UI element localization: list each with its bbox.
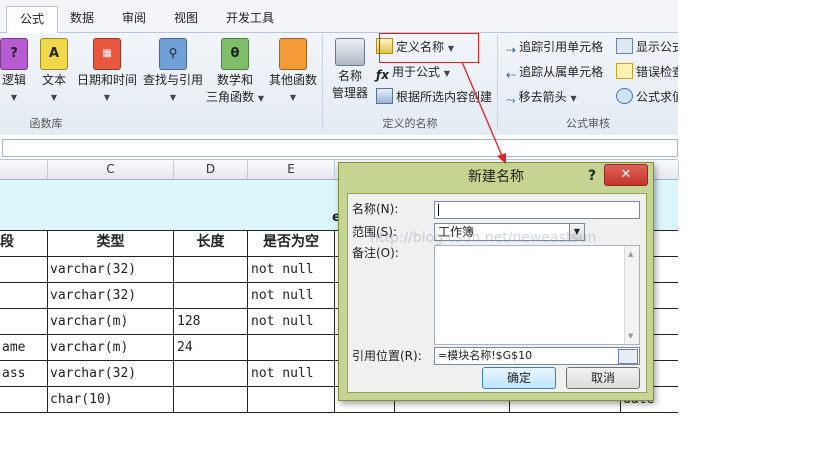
dropdown-arrow-icon: ▼ [443, 69, 450, 78]
help-button[interactable]: ? [583, 165, 601, 187]
cell-field[interactable]: ame [0, 335, 47, 361]
grid-line [173, 230, 174, 412]
comment-textarea[interactable]: ▲ ▼ [434, 245, 640, 345]
dropdown-arrow-icon: ▼ [103, 93, 111, 102]
cell-nullable[interactable]: not null [249, 283, 314, 309]
cell-field[interactable]: ass [0, 361, 47, 387]
header-length[interactable]: 长度 [174, 230, 248, 255]
trace-precedents-button[interactable]: ⇢ 追踪引用单元格 [506, 37, 603, 57]
name-label: 名称(N): [352, 202, 399, 216]
trace-dependents-button[interactable]: ⇠ 追踪从属单元格 [506, 62, 603, 82]
text-book-icon: A [40, 38, 68, 70]
use-in-formula-button[interactable]: ƒx 用于公式 ▼ [376, 62, 450, 82]
function-library-label: 函数库 [29, 117, 63, 130]
scroll-up-icon[interactable]: ▲ [628, 250, 633, 258]
scroll-down-icon[interactable]: ▼ [628, 332, 633, 340]
datetime-button[interactable]: ▦ 日期和时间 ▼ [76, 38, 138, 106]
refers-to-label: 引用位置(R): [352, 349, 422, 363]
annotation-highlight-box [379, 33, 479, 63]
group-separator [322, 34, 323, 130]
name-input[interactable] [434, 201, 640, 219]
evaluate-formula-button[interactable]: 公式求值 [616, 87, 678, 107]
column-header[interactable] [0, 160, 48, 179]
formula-input[interactable] [2, 139, 678, 157]
tab-view[interactable]: 视图 [174, 6, 198, 30]
collapse-dialog-icon[interactable] [618, 349, 638, 364]
dropdown-arrow-icon: ▼ [289, 93, 297, 102]
tab-developer[interactable]: 开发工具 [226, 6, 274, 30]
close-icon: ✕ [620, 167, 632, 182]
defined-names-label: 定义的名称 [382, 117, 438, 130]
logic-button[interactable]: ? 逻辑 ▼ [0, 38, 28, 106]
trace-arrow-icon: ⇠ [506, 68, 517, 82]
ribbon-tab-bar: 公式 数据 审阅 视图 开发工具 [0, 0, 678, 33]
cell-length[interactable]: 24 [175, 335, 193, 361]
lookup-button[interactable]: ⚲ 查找与引用 ▼ [142, 38, 204, 106]
create-from-selection-button[interactable]: 根据所选内容创建 [376, 87, 492, 107]
cell-type[interactable]: varchar(m) [48, 335, 128, 361]
dropdown-arrow-icon: ▼ [10, 93, 18, 102]
more-functions-button[interactable]: 其他函数 ▼ [268, 38, 318, 106]
comment-label: 备注(O): [352, 246, 399, 260]
magnifier-book-icon: ⚲ [159, 38, 187, 70]
column-header-e[interactable]: E [248, 160, 335, 179]
cell-type[interactable]: varchar(32) [48, 283, 136, 309]
cell-type[interactable]: varchar(32) [48, 257, 136, 283]
math-trig-button[interactable]: θ 数学和 三角函数 ▼ [206, 38, 264, 107]
dialog-body: 名称(N): 范围(S): 工作簿 ▼ 备注(O): ▲ ▼ 引用位置(R): … [347, 193, 647, 393]
cell-length[interactable]: 128 [175, 309, 200, 335]
cell-type[interactable]: char(10) [48, 387, 113, 413]
comment-scrollbar[interactable]: ▲ ▼ [624, 246, 639, 344]
formula-auditing-label: 公式审核 [566, 117, 610, 130]
cell-outline [394, 399, 510, 413]
theta-book-icon: θ [221, 38, 249, 70]
cell-nullable[interactable]: not null [249, 257, 314, 283]
grid-line [247, 230, 248, 412]
error-checking-button[interactable]: 错误检查 [616, 62, 678, 82]
remove-arrows-button[interactable]: ⤳ 移去箭头 ▼ [506, 87, 577, 107]
cell-type[interactable]: varchar(32) [48, 361, 136, 387]
cell-nullable[interactable]: not null [249, 309, 314, 335]
warning-icon [616, 63, 633, 79]
cell-type[interactable]: varchar(m) [48, 309, 128, 335]
refers-to-input[interactable]: =模块名称!$G$10 [434, 347, 640, 365]
tab-review[interactable]: 审阅 [122, 6, 146, 30]
tab-data[interactable]: 数据 [70, 6, 94, 30]
text-button[interactable]: A 文本 ▼ [36, 38, 72, 106]
column-header-d[interactable]: D [174, 160, 248, 179]
cancel-button[interactable]: 取消 [566, 367, 640, 389]
cell-nullable[interactable]: not null [249, 361, 314, 387]
fx-icon: ƒx [376, 68, 389, 82]
table-icon [376, 88, 393, 104]
column-header-c[interactable]: C [48, 160, 174, 179]
new-name-dialog: 新建名称 ? ✕ 名称(N): 范围(S): 工作簿 ▼ 备注(O): ▲ ▼ … [338, 162, 654, 401]
show-formulas-icon [616, 38, 633, 54]
name-manager-icon [335, 38, 365, 66]
header-field[interactable]: 段 [0, 230, 48, 255]
ok-button[interactable]: 确定 [482, 367, 556, 389]
dropdown-arrow-icon: ▼ [570, 94, 577, 103]
header-type[interactable]: 类型 [48, 230, 174, 255]
show-formulas-button[interactable]: 显示公式 [616, 37, 678, 57]
text-cursor [438, 204, 439, 216]
watermark-text: http://blog.csdn.net/neweastsun [370, 230, 597, 246]
grid-line [334, 230, 335, 412]
dropdown-arrow-icon: ▼ [257, 94, 264, 103]
books-icon [279, 38, 307, 70]
logic-book-icon: ? [0, 38, 28, 70]
close-button[interactable]: ✕ [604, 164, 648, 186]
evaluate-icon [616, 88, 633, 104]
dropdown-arrow-icon: ▼ [169, 93, 177, 102]
calendar-book-icon: ▦ [93, 38, 121, 70]
dropdown-arrow-icon: ▼ [50, 93, 58, 102]
header-nullable[interactable]: 是否为空 [248, 230, 335, 255]
name-manager-button[interactable]: 名称 管理器 [327, 38, 373, 102]
remove-arrow-icon: ⤳ [506, 93, 516, 107]
trace-arrow-icon: ⇢ [506, 43, 517, 57]
tab-formulas[interactable]: 公式 [6, 6, 58, 33]
